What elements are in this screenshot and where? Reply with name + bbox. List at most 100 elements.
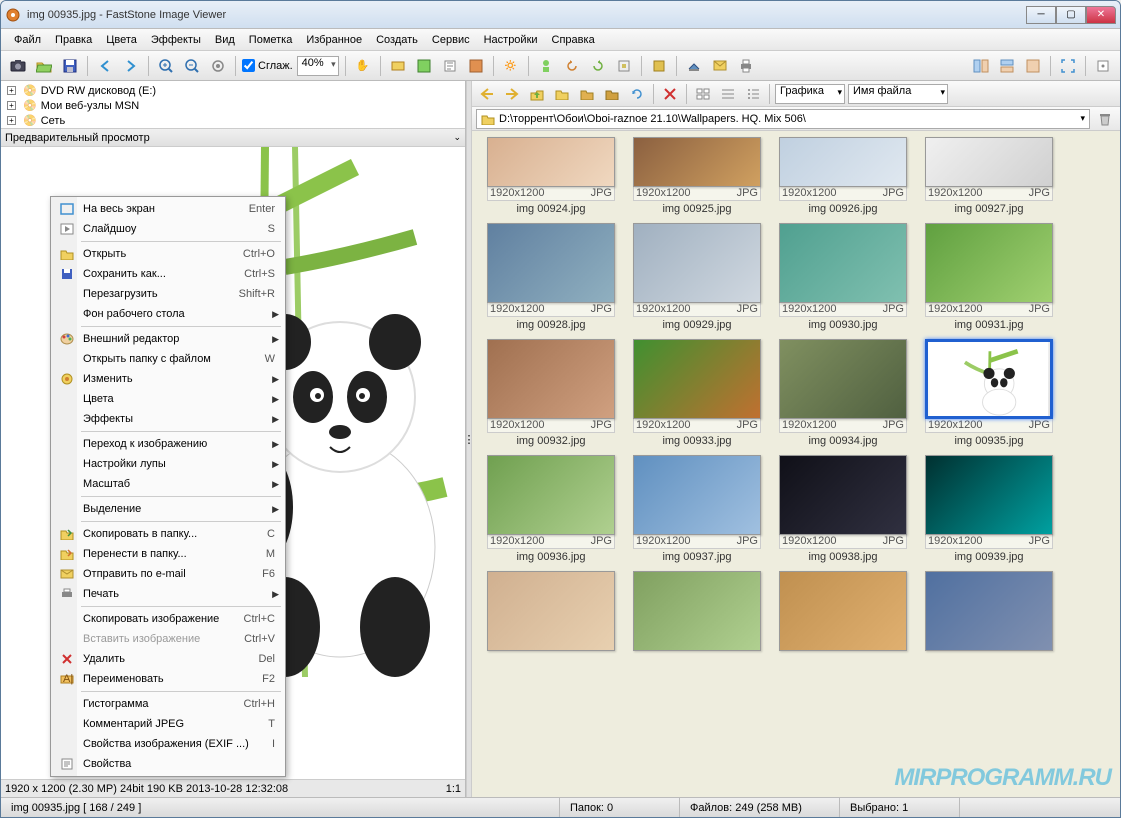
thumbnail[interactable] [627,571,767,651]
fullscreen-icon[interactable] [1057,55,1079,77]
menu-эффекты[interactable]: Эффекты [144,32,208,48]
menu-справка[interactable]: Справка [545,32,602,48]
view1-icon[interactable] [970,55,992,77]
color-icon[interactable]: 🔅 [500,55,522,77]
menu-item[interactable]: Свойства [53,754,283,774]
up-icon[interactable] [526,83,548,105]
menu-сервис[interactable]: Сервис [425,32,477,48]
tree-node[interactable]: +📀Мои веб-узлы MSN [5,98,461,113]
thumbnail[interactable] [919,571,1059,651]
viewmode1-icon[interactable] [692,83,714,105]
forward-icon[interactable] [501,83,523,105]
folder-tree[interactable]: +📀DVD RW дисковод (E:)+📀Мои веб-узлы MSN… [1,81,465,129]
thumbnail[interactable]: 1920x1200JPGimg 00931.jpg [919,223,1059,333]
menu-item[interactable]: Масштаб▶ [53,474,283,494]
thumbnail[interactable]: 1920x1200JPGimg 00934.jpg [773,339,913,449]
zoom-out-icon[interactable] [181,55,203,77]
menu-item[interactable]: Фон рабочего стола▶ [53,304,283,324]
menu-item[interactable]: ГистограммаCtrl+H [53,694,283,714]
menu-настройки[interactable]: Настройки [477,32,545,48]
zoom-in-icon[interactable] [155,55,177,77]
menu-вид[interactable]: Вид [208,32,242,48]
menu-item[interactable]: УдалитьDel [53,649,283,669]
rotate-left-icon[interactable] [561,55,583,77]
refresh-icon[interactable] [626,83,648,105]
menu-item[interactable]: СлайдшоуS [53,219,283,239]
tool5-icon[interactable] [535,55,557,77]
thumbnail[interactable]: 1920x1200JPGimg 00937.jpg [627,455,767,565]
thumbnail[interactable] [773,571,913,651]
view-select[interactable]: Графика [775,84,845,104]
menu-избранное[interactable]: Избранное [299,32,369,48]
rotate-right-icon[interactable] [587,55,609,77]
menu-создать[interactable]: Создать [369,32,425,48]
save-icon[interactable] [59,55,81,77]
menu-item[interactable]: ПерезагрузитьShift+R [53,284,283,304]
thumbnail[interactable]: 1920x1200JPGimg 00939.jpg [919,455,1059,565]
sort-select[interactable]: Имя файла [848,84,948,104]
menu-item[interactable]: Настройки лупы▶ [53,454,283,474]
thumbnail[interactable]: 1920x1200JPGimg 00927.jpg [919,137,1059,217]
delete-icon[interactable] [659,83,681,105]
tool4-icon[interactable] [465,55,487,77]
menu-item[interactable]: Сохранить как...Ctrl+S [53,264,283,284]
path-input[interactable]: D:\торрент\Обои\Oboi-raznoe 21.10\Wallpa… [476,109,1090,129]
menu-пометка[interactable]: Пометка [242,32,300,48]
menu-item[interactable]: ОткрытьCtrl+O [53,244,283,264]
tree-node[interactable]: +📀DVD RW дисковод (E:) [5,83,461,98]
menu-item[interactable]: Эффекты▶ [53,409,283,429]
menu-item[interactable]: Цвета▶ [53,389,283,409]
menu-item[interactable]: Изменить▶ [53,369,283,389]
tree-node[interactable]: +📀Сеть [5,113,461,128]
close-button[interactable]: ✕ [1086,6,1116,24]
thumbnail[interactable]: 1920x1200JPGimg 00930.jpg [773,223,913,333]
menu-item[interactable]: Скопировать изображениеCtrl+C [53,609,283,629]
tool2-icon[interactable] [413,55,435,77]
menu-item[interactable]: Печать▶ [53,584,283,604]
menu-правка[interactable]: Правка [48,32,99,48]
email-icon[interactable] [709,55,731,77]
view3-icon[interactable] [1022,55,1044,77]
titlebar[interactable]: img 00935.jpg - FastStone Image Viewer ─… [1,1,1120,29]
thumbnail[interactable]: 1920x1200JPGimg 00936.jpg [481,455,621,565]
next-icon[interactable] [120,55,142,77]
thumbnail[interactable]: 1920x1200JPGimg 00938.jpg [773,455,913,565]
tool7-icon[interactable] [648,55,670,77]
minimize-button[interactable]: ─ [1026,6,1056,24]
pan-icon[interactable]: ✋ [352,55,374,77]
settings-icon[interactable] [1092,55,1114,77]
thumbnail[interactable]: 1920x1200JPGimg 00928.jpg [481,223,621,333]
menu-цвета[interactable]: Цвета [99,32,144,48]
menu-item[interactable]: На весь экранEnter [53,199,283,219]
menu-item[interactable]: Скопировать в папку...C [53,524,283,544]
thumbnail[interactable]: 1920x1200JPGimg 00926.jpg [773,137,913,217]
thumbnail[interactable]: 1920x1200JPGimg 00932.jpg [481,339,621,449]
tool6-icon[interactable] [613,55,635,77]
thumbnail[interactable]: 1920x1200JPGimg 00929.jpg [627,223,767,333]
menu-item[interactable]: Свойства изображения (EXIF ...)I [53,734,283,754]
menu-item[interactable]: Перенести в папку...M [53,544,283,564]
thumbnail[interactable]: 1920x1200JPGimg 00935.jpg [919,339,1059,449]
thumbnail-grid[interactable]: 1920x1200JPGimg 00924.jpg1920x1200JPGimg… [472,131,1120,797]
menu-файл[interactable]: Файл [7,32,48,48]
menu-item[interactable]: A|ПереименоватьF2 [53,669,283,689]
capture-icon[interactable] [7,55,29,77]
print-icon[interactable] [735,55,757,77]
thumbnail[interactable]: 1920x1200JPGimg 00933.jpg [627,339,767,449]
fav1-icon[interactable] [551,83,573,105]
thumbnail[interactable]: 1920x1200JPGimg 00925.jpg [627,137,767,217]
menu-item[interactable]: Отправить по e-mailF6 [53,564,283,584]
zoom-fit-icon[interactable] [207,55,229,77]
viewmode2-icon[interactable] [717,83,739,105]
zoom-select[interactable]: 40% [297,56,339,76]
viewmode3-icon[interactable] [742,83,764,105]
menu-item[interactable]: Открыть папку с файломW [53,349,283,369]
fav2-icon[interactable] [576,83,598,105]
tool3-icon[interactable] [439,55,461,77]
view2-icon[interactable] [996,55,1018,77]
menu-item[interactable]: Комментарий JPEGT [53,714,283,734]
maximize-button[interactable]: ▢ [1056,6,1086,24]
smooth-checkbox[interactable]: Сглаж. [242,59,293,72]
scan-icon[interactable] [683,55,705,77]
fav3-icon[interactable] [601,83,623,105]
